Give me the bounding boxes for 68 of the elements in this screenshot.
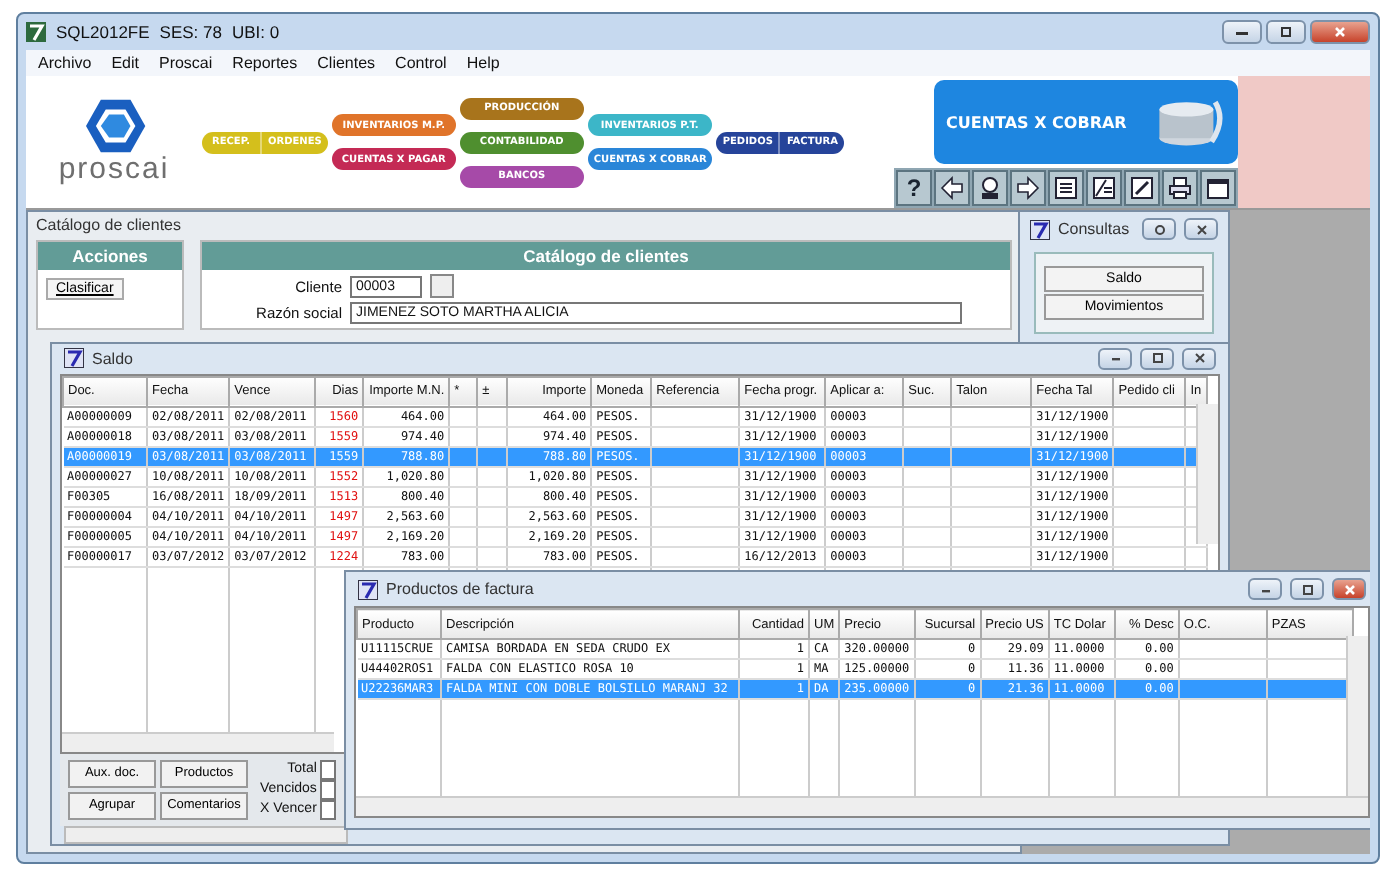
minimize-button[interactable] bbox=[1248, 578, 1282, 600]
minimize-icon bbox=[1232, 26, 1252, 38]
menu-item[interactable]: Clientes bbox=[317, 54, 376, 72]
window-title: UBI: 0 bbox=[231, 22, 280, 42]
toolbar-button[interactable] bbox=[1200, 170, 1236, 206]
toolbar-button[interactable] bbox=[1124, 170, 1160, 206]
toolbar-button[interactable] bbox=[1048, 170, 1084, 206]
edit-icon bbox=[1130, 176, 1154, 200]
close-icon bbox=[1191, 223, 1211, 235]
app-icon bbox=[26, 22, 46, 42]
photo-placeholder bbox=[1238, 76, 1370, 208]
app-icon bbox=[1030, 219, 1050, 239]
arrow-right-icon bbox=[1016, 176, 1040, 200]
scrollbar[interactable] bbox=[62, 731, 334, 752]
window-title: Consultas bbox=[1058, 220, 1130, 238]
window-title: Productos de factura bbox=[386, 580, 534, 598]
menu-item[interactable]: Help bbox=[466, 54, 500, 72]
toolbar-button[interactable] bbox=[1086, 170, 1122, 206]
window-title: SES: 78 bbox=[159, 22, 222, 42]
close-button[interactable] bbox=[1182, 347, 1216, 370]
menu-item[interactable]: Archivo bbox=[38, 54, 92, 72]
toolbar-button[interactable] bbox=[972, 170, 1008, 206]
total-field bbox=[320, 779, 337, 800]
maximize-button[interactable] bbox=[1266, 20, 1306, 44]
logo-icon bbox=[80, 98, 148, 154]
help-button[interactable]: ? bbox=[896, 170, 932, 206]
panel-header: Acciones bbox=[38, 242, 182, 270]
close-icon bbox=[1189, 352, 1209, 365]
menu-item[interactable]: Proscai bbox=[158, 54, 213, 72]
close-icon bbox=[1330, 26, 1350, 38]
help-button[interactable] bbox=[1142, 218, 1176, 240]
logo-text: proscai bbox=[58, 154, 170, 186]
minimize-button[interactable] bbox=[1222, 20, 1262, 44]
maximize-icon bbox=[1297, 583, 1317, 595]
app-icon bbox=[64, 348, 84, 369]
toolbar-button[interactable] bbox=[934, 170, 970, 206]
maximize-button[interactable] bbox=[1140, 347, 1174, 370]
arrow-left-icon bbox=[940, 176, 964, 200]
menu-item[interactable]: Control bbox=[395, 54, 447, 72]
document-icon bbox=[1092, 176, 1116, 200]
close-button[interactable] bbox=[1310, 20, 1370, 44]
total-field bbox=[320, 799, 337, 820]
panel-header: Catálogo de clientes bbox=[202, 242, 1010, 270]
module-title: CUENTAS X COBRAR bbox=[946, 113, 1127, 131]
window-title: Catálogo de clientes bbox=[36, 216, 181, 234]
person-icon bbox=[978, 176, 1002, 200]
toolbar-button[interactable] bbox=[1010, 170, 1046, 206]
window-title: SQL2012FE bbox=[56, 22, 150, 42]
toolbar-button[interactable] bbox=[1162, 170, 1198, 206]
close-icon bbox=[1339, 583, 1359, 595]
input-field[interactable] bbox=[430, 274, 454, 298]
window-icon bbox=[1206, 176, 1230, 200]
list-icon bbox=[1054, 176, 1078, 200]
maximize-icon bbox=[1147, 352, 1167, 365]
help-icon bbox=[1149, 223, 1169, 235]
scrollbar[interactable] bbox=[356, 796, 1368, 816]
scrollbar[interactable] bbox=[1346, 636, 1368, 796]
menu-item[interactable]: Edit bbox=[111, 54, 139, 72]
close-button[interactable] bbox=[1332, 578, 1366, 600]
maximize-button[interactable] bbox=[1290, 578, 1324, 600]
app-icon bbox=[358, 579, 378, 599]
printer-icon bbox=[1168, 176, 1192, 200]
scrollbar[interactable] bbox=[1196, 403, 1218, 544]
close-button[interactable] bbox=[1184, 218, 1218, 240]
menu-item[interactable]: Reportes bbox=[232, 54, 298, 72]
maximize-icon bbox=[1276, 26, 1296, 38]
window-title: Saldo bbox=[92, 349, 133, 368]
total-field bbox=[320, 759, 337, 780]
